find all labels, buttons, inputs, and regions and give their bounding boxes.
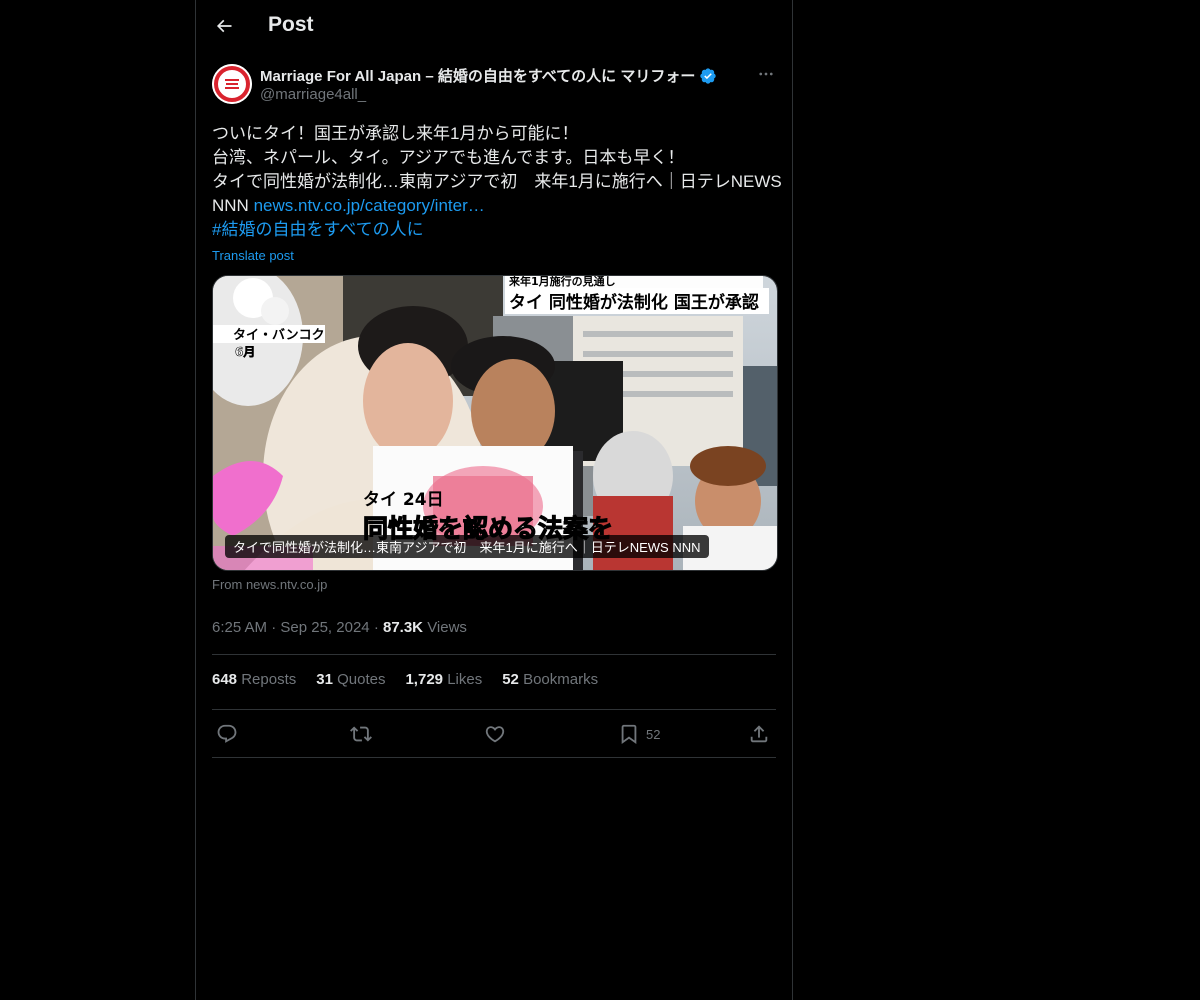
quotes-stat[interactable]: 31 Quotes: [316, 671, 385, 693]
month-text: 6月: [235, 345, 255, 359]
author-handle[interactable]: @marriage4all_: [260, 86, 366, 103]
avatar[interactable]: [212, 64, 252, 104]
post-text-line-1: ついにタイ！国王が承認し来年1月から可能に！: [212, 124, 579, 143]
post-hashtag[interactable]: #結婚の自由をすべての人に: [212, 218, 776, 242]
like-button[interactable]: [484, 722, 506, 746]
action-bar: 52: [212, 710, 776, 758]
author-name-row[interactable]: Marriage For All Japan – 結婚の自由をすべての人に マリ…: [260, 65, 717, 86]
verified-badge-icon: [700, 67, 717, 84]
post-meta: 6:25 AM · Sep 25, 2024 · 87.3K Views: [212, 616, 776, 640]
post-date[interactable]: Sep 25, 2024: [280, 619, 369, 636]
post-column: Post Marriage For All Japan – 結婚の自由をすべての…: [195, 0, 793, 1000]
more-icon: [759, 72, 773, 76]
like-icon: [485, 726, 505, 743]
card-image: 来年1月施行の見通し タイ 同性婚が法制化 国王が承認 タイ・バンコク 6月 タ…: [213, 276, 777, 570]
post-text-line-4: NNN news.ntv.co.jp/category/inter…: [212, 194, 776, 218]
more-button[interactable]: [756, 64, 776, 84]
bookmark-count: 52: [646, 726, 661, 742]
post-text-line-3: タイで同性婚が法制化…東南アジアで初 来年1月に施行へ｜日テレNEWS: [212, 172, 782, 191]
reply-button[interactable]: [216, 722, 238, 746]
author-name[interactable]: Marriage For All Japan – 結婚の自由をすべての人に マリ…: [260, 65, 695, 86]
avatar-logo: [212, 64, 252, 104]
divider: [212, 654, 776, 655]
translate-post-link[interactable]: Translate post: [212, 248, 294, 263]
page-title: Post: [268, 13, 314, 36]
post-text-line-2: 台湾、ネパール、タイ。アジアでも進んでます。日本も早く！: [212, 148, 685, 167]
post-text-nnn: NNN: [212, 196, 249, 215]
post-text: ついにタイ！国王が承認し来年1月から可能に！ 台湾、ネパール、タイ。アジアでも進…: [212, 122, 782, 242]
repost-icon: [350, 726, 372, 742]
link-card[interactable]: 来年1月施行の見通し タイ 同性婚が法制化 国王が承認 タイ・バンコク 6月 タ…: [212, 275, 778, 571]
author-row: Marriage For All Japan – 結婚の自由をすべての人に マリ…: [196, 54, 792, 110]
bookmark-button[interactable]: 52: [618, 722, 660, 746]
back-arrow-icon: [216, 19, 232, 33]
bookmarks-stat[interactable]: 52 Bookmarks: [502, 671, 598, 693]
meta-separator: ·: [271, 619, 281, 636]
post-link[interactable]: news.ntv.co.jp/category/inter…: [254, 196, 485, 215]
repost-button[interactable]: [350, 722, 372, 746]
banner-small-text: 来年1月施行の見通し: [508, 276, 616, 288]
views-count: 87.3K: [382, 619, 424, 636]
reposts-stat[interactable]: 648 Reposts: [212, 671, 296, 693]
post-time[interactable]: 6:25 AM: [212, 619, 267, 636]
bookmark-icon: [621, 724, 637, 745]
date-tag-text: タイ 24日: [363, 490, 444, 510]
card-source[interactable]: From news.ntv.co.jp: [212, 577, 776, 592]
meta-separator: ·: [373, 619, 383, 636]
share-icon: [750, 725, 768, 743]
card-caption: タイで同性婚が法制化…東南アジアで初 来年1月に施行へ｜日テレNEWS NNN: [225, 535, 709, 558]
back-button[interactable]: [206, 8, 242, 44]
reply-icon: [217, 724, 237, 743]
engagement-stats: 648 Reposts 31 Quotes 1,729 Likes 52 Boo…: [212, 671, 776, 709]
views-label: Views: [427, 619, 467, 636]
likes-stat[interactable]: 1,729 Likes: [405, 671, 482, 693]
header: Post: [196, 0, 792, 54]
location-text: タイ・バンコク: [233, 328, 325, 343]
share-button[interactable]: [748, 722, 770, 746]
banner-big-text: タイ 同性婚が法制化 国王が承認: [509, 292, 759, 313]
